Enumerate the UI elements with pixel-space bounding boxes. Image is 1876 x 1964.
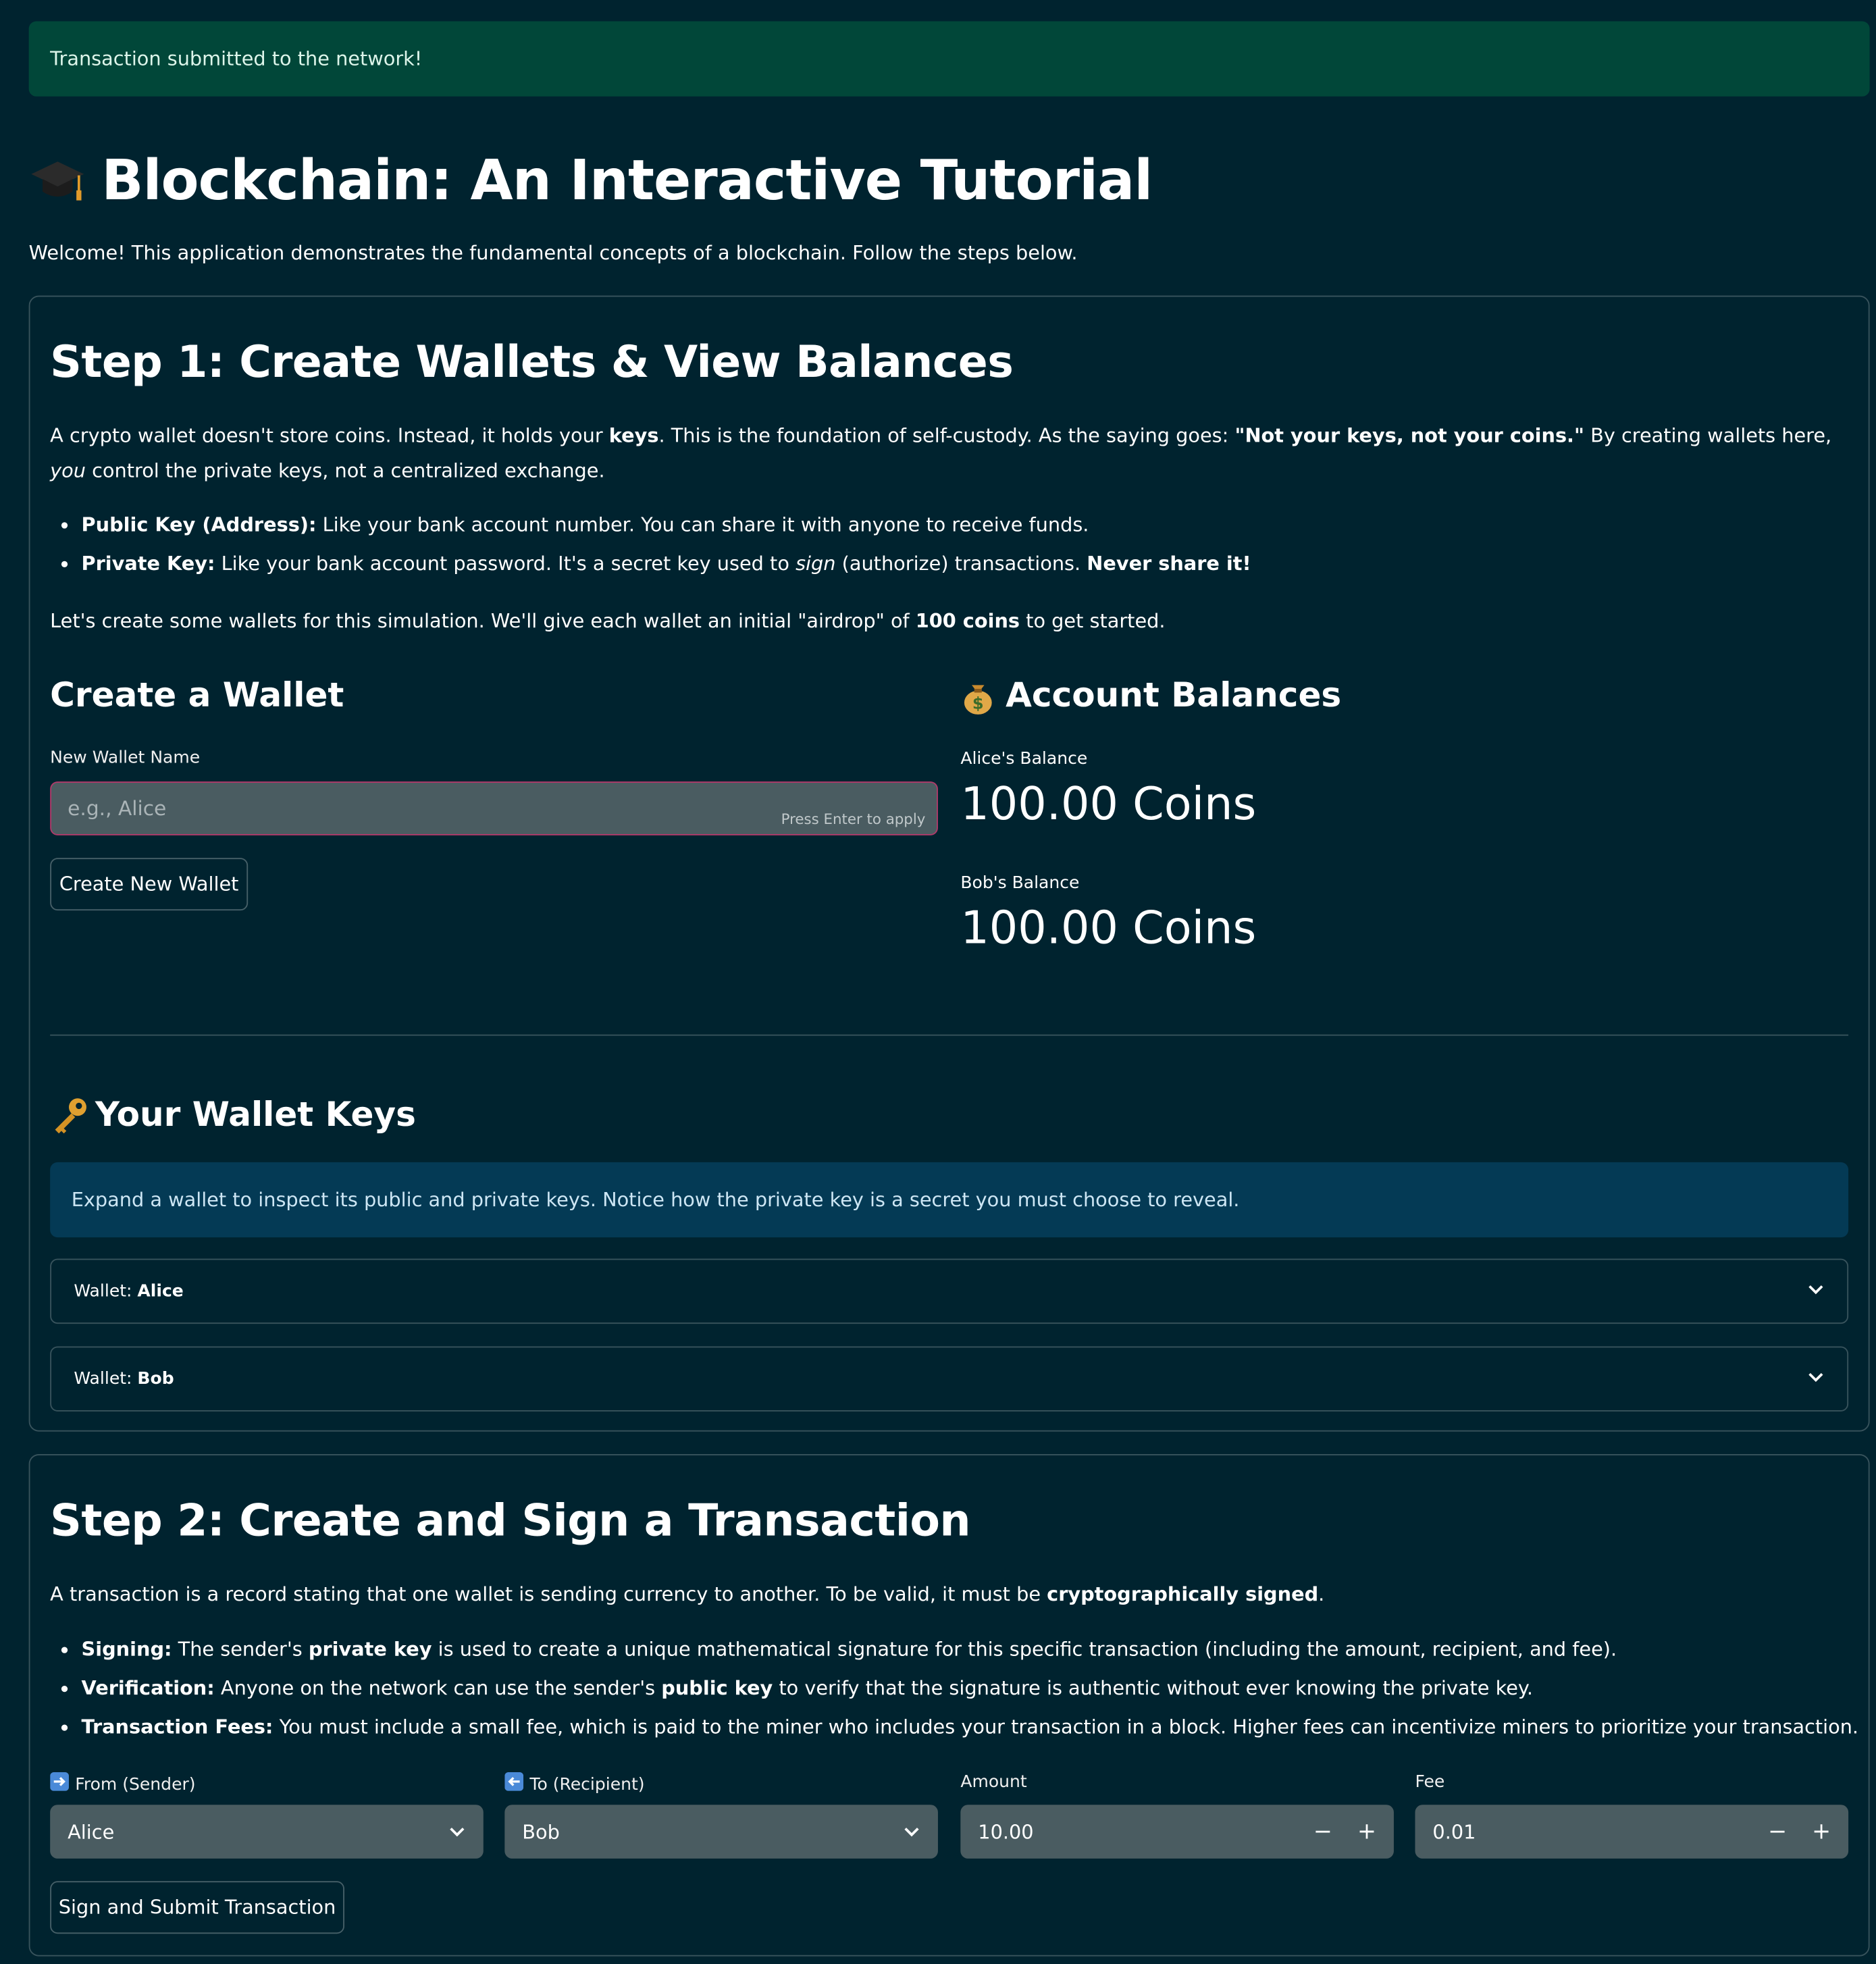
chevron-down-icon (1807, 1369, 1825, 1389)
increment-button[interactable]: + (1812, 1819, 1831, 1845)
sign-submit-button[interactable]: Sign and Submit Transaction (50, 1881, 344, 1934)
amount-input[interactable]: 10.00 − + (960, 1805, 1394, 1859)
fee-label: Fee (1415, 1772, 1445, 1792)
chevron-down-icon (903, 1820, 920, 1842)
wallet-expander-alice[interactable]: Wallet: Alice (50, 1258, 1849, 1324)
bob-balance-value: 100.00 Coins (960, 903, 1257, 955)
step2-heading: Step 2: Create and Sign a Transaction (50, 1497, 971, 1547)
wallet-keys-heading: Your Wallet Keys (50, 1095, 416, 1135)
page-title: Blockchain: An Interactive Tutorial (29, 140, 1153, 221)
wallet-expander-bob[interactable]: Wallet: Bob (50, 1346, 1849, 1412)
toast-text: Transaction submitted to the network! (50, 47, 423, 70)
keys-info-text: Expand a wallet to inspect its public an… (71, 1188, 1240, 1212)
wallet-name-input[interactable]: e.g., Alice Press Enter to apply (50, 781, 938, 835)
list-item: Private Key: Like your bank account pass… (82, 545, 1860, 584)
svg-text:$: $ (972, 694, 984, 713)
wallet-expander-label: Wallet: Bob (74, 1368, 174, 1389)
fee-input[interactable]: 0.01 − + (1415, 1805, 1849, 1859)
to-select[interactable]: Bob (504, 1805, 938, 1859)
step2-paragraph: A transaction is a record stating that o… (50, 1582, 1325, 1606)
graduation-cap-icon (29, 151, 86, 209)
step1-bullets: Public Key (Address): Like your bank acc… (50, 506, 1860, 584)
key-icon (50, 1095, 90, 1135)
account-balances-heading: $ Account Balances (960, 676, 1341, 715)
decrement-button[interactable]: − (1313, 1819, 1332, 1845)
fee-value: 0.01 (1432, 1820, 1476, 1843)
keys-info-banner: Expand a wallet to inspect its public an… (50, 1162, 1849, 1238)
from-label: From (Sender) (50, 1772, 196, 1796)
alice-balance-label: Alice's Balance (960, 748, 1088, 769)
divider (50, 1034, 1849, 1036)
to-select-value: Bob (522, 1820, 560, 1843)
bob-balance-label: Bob's Balance (960, 873, 1080, 894)
left-arrow-icon (504, 1772, 524, 1796)
amount-label: Amount (960, 1772, 1027, 1792)
wallet-name-label: New Wallet Name (50, 748, 201, 768)
step1-paragraph-2: Let's create some wallets for this simul… (50, 610, 1166, 633)
page-title-text: Blockchain: An Interactive Tutorial (101, 148, 1153, 213)
create-wallet-button[interactable]: Create New Wallet (50, 858, 249, 911)
from-select-value: Alice (68, 1820, 115, 1843)
to-label: To (Recipient) (504, 1772, 645, 1796)
step2-bullets: Signing: The sender's private key is use… (50, 1630, 1876, 1747)
wallet-expander-label: Wallet: Alice (74, 1281, 184, 1301)
intro-text: Welcome! This application demonstrates t… (28, 241, 1078, 265)
increment-button[interactable]: + (1357, 1819, 1376, 1845)
step1-heading: Step 1: Create Wallets & View Balances (50, 338, 1014, 388)
chevron-down-icon (1807, 1281, 1825, 1301)
wallet-name-placeholder: e.g., Alice (68, 796, 167, 821)
money-bag-icon: $ (960, 677, 995, 715)
decrement-button[interactable]: − (1768, 1819, 1787, 1845)
list-item: Public Key (Address): Like your bank acc… (82, 506, 1860, 544)
success-toast: Transaction submitted to the network! (28, 21, 1870, 97)
alice-balance-value: 100.00 Coins (960, 779, 1257, 831)
right-arrow-icon (50, 1772, 69, 1796)
chevron-down-icon (448, 1820, 466, 1842)
from-select[interactable]: Alice (50, 1805, 484, 1859)
amount-value: 10.00 (978, 1820, 1034, 1843)
list-item: Verification: Anyone on the network can … (82, 1670, 1876, 1708)
step1-paragraph: A crypto wallet doesn't store coins. Ins… (50, 424, 1832, 482)
list-item: Signing: The sender's private key is use… (82, 1630, 1876, 1669)
list-item: Transaction Fees: You must include a sma… (82, 1708, 1876, 1747)
create-wallet-heading: Create a Wallet (50, 676, 344, 715)
press-enter-hint: Press Enter to apply (781, 810, 926, 828)
